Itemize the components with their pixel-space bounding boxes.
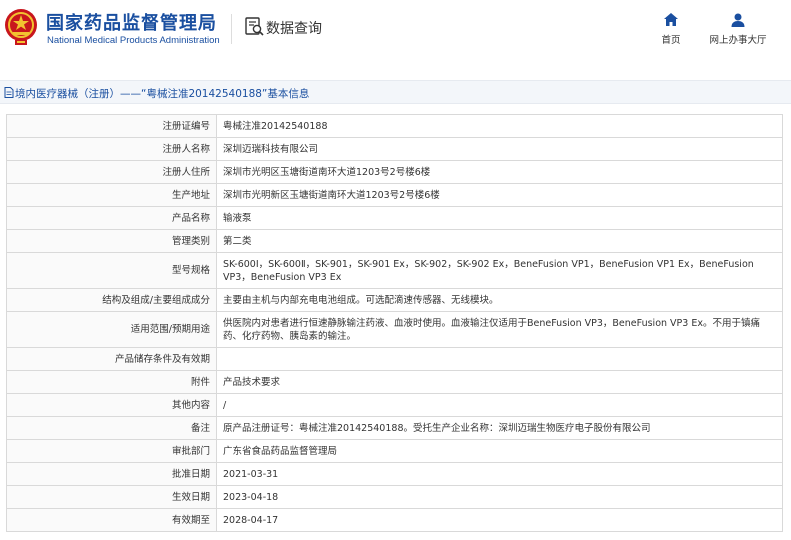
breadcrumb: 境内医疗器械（注册）——“粤械注准20142540188”基本信息	[0, 80, 791, 104]
field-value: 输液泵	[216, 206, 783, 230]
field-label: 生效日期	[6, 485, 217, 509]
field-value: 供医院内对患者进行恒速静脉输注药液、血液时使用。血液输注仅适用于BeneFusi…	[216, 311, 783, 348]
detail-table: 注册证编号 粤械注准20142540188 注册人名称 深圳迈瑞科技有限公司 注册人住所…	[6, 114, 783, 532]
header-divider	[231, 14, 232, 44]
table-row: 生效日期 2023-04-18	[6, 485, 783, 509]
table-row: 有效期至 2028-04-17	[6, 508, 783, 532]
table-row: 产品名称 输液泵	[6, 206, 783, 230]
field-value: 主要由主机与内部充电电池组成。可选配滴速传感器、无线模块。	[216, 288, 783, 312]
field-value: /	[216, 393, 783, 417]
field-value: 2023-04-18	[216, 485, 783, 509]
field-value: 广东省食品药品监督管理局	[216, 439, 783, 463]
field-value: SK-600Ⅰ，SK-600Ⅱ，SK-901，SK-901 Ex，SK-902，…	[216, 252, 783, 289]
document-icon	[4, 87, 14, 98]
field-label: 附件	[6, 370, 217, 394]
table-row: 结构及组成/主要组成成分 主要由主机与内部充电电池组成。可选配滴速传感器、无线模块…	[6, 288, 783, 312]
nav-home-label: 首页	[661, 35, 681, 46]
field-label: 有效期至	[6, 508, 217, 532]
site-logo-title[interactable]: 国家药品监督管理局	[46, 9, 217, 35]
field-label: 产品名称	[6, 206, 217, 230]
field-label: 批准日期	[6, 462, 217, 486]
table-row: 生产地址 深圳市光明新区玉塘街道南环大道1203号2号楼6楼	[6, 183, 783, 207]
field-value: 深圳市光明新区玉塘街道南环大道1203号2号楼6楼	[216, 183, 783, 207]
table-row: 适用范围/预期用途 供医院内对患者进行恒速静脉输注药液、血液时使用。血液输注仅适用…	[6, 311, 783, 348]
field-label: 注册人名称	[6, 137, 217, 161]
nav-online-office[interactable]: 网上办事大厅	[707, 12, 769, 46]
site-header: 国家药品监督管理局 National Medical Products Admi…	[0, 0, 791, 62]
user-icon	[731, 13, 745, 27]
home-icon	[664, 13, 678, 26]
field-value: 产品技术要求	[216, 370, 783, 394]
field-value: 深圳迈瑞科技有限公司	[216, 137, 783, 161]
field-value: 第二类	[216, 229, 783, 253]
breadcrumb-text: 境内医疗器械（注册）——“粤械注准20142540188”基本信息	[15, 88, 310, 100]
nav-online-office-label: 网上办事大厅	[709, 35, 767, 46]
field-value: 2028-04-17	[216, 508, 783, 532]
table-row: 管理类别 第二类	[6, 229, 783, 253]
field-value: 深圳市光明区玉塘街道南环大道1203号2号楼6楼	[216, 160, 783, 184]
field-label: 型号规格	[6, 252, 217, 289]
national-emblem-icon	[5, 9, 37, 45]
field-label: 其他内容	[6, 393, 217, 417]
field-value	[216, 347, 783, 371]
table-row: 型号规格 SK-600Ⅰ，SK-600Ⅱ，SK-901，SK-901 Ex，SK-…	[6, 252, 783, 289]
field-label: 结构及组成/主要组成成分	[6, 288, 217, 312]
table-row: 审批部门 广东省食品药品监督管理局	[6, 439, 783, 463]
table-row: 批准日期 2021-03-31	[6, 462, 783, 486]
data-query-icon	[245, 17, 264, 36]
page-section-title: 数据查询	[266, 21, 322, 37]
field-label: 产品储存条件及有效期	[6, 347, 217, 371]
table-row: 注册人名称 深圳迈瑞科技有限公司	[6, 137, 783, 161]
site-logo-subtitle: National Medical Products Administration	[47, 35, 220, 46]
field-value: 粤械注准20142540188	[216, 114, 783, 138]
table-row: 产品储存条件及有效期	[6, 347, 783, 371]
field-label: 审批部门	[6, 439, 217, 463]
table-row: 其他内容 /	[6, 393, 783, 417]
table-row: 注册人住所 深圳市光明区玉塘街道南环大道1203号2号楼6楼	[6, 160, 783, 184]
field-value: 原产品注册证号：粤械注准20142540188。受托生产企业名称：深圳迈瑞生物医…	[216, 416, 783, 440]
nav-home[interactable]: 首页	[660, 12, 682, 46]
field-value: 2021-03-31	[216, 462, 783, 486]
table-row: 注册证编号 粤械注准20142540188	[6, 114, 783, 138]
field-label: 备注	[6, 416, 217, 440]
table-row: 备注 原产品注册证号：粤械注准20142540188。受托生产企业名称：深圳迈瑞生…	[6, 416, 783, 440]
field-label: 生产地址	[6, 183, 217, 207]
field-label: 适用范围/预期用途	[6, 311, 217, 348]
table-row: 附件 产品技术要求	[6, 370, 783, 394]
field-label: 注册证编号	[6, 114, 217, 138]
field-label: 管理类别	[6, 229, 217, 253]
field-label: 注册人住所	[6, 160, 217, 184]
